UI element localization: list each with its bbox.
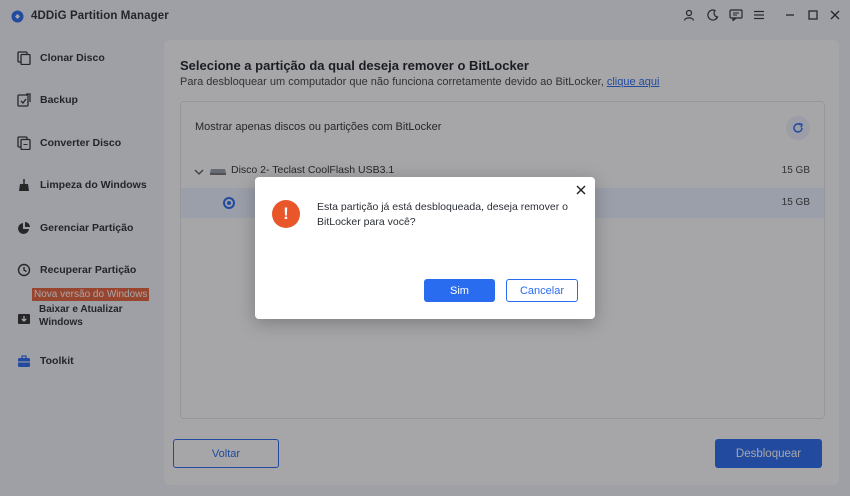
dialog-message: Esta partição já está desbloqueada, dese… <box>317 201 568 228</box>
app-window: 4DDiG Partition Manager Clonar Disco Bac… <box>0 0 850 496</box>
yes-button[interactable]: Sim <box>424 279 495 302</box>
dialog-close-icon[interactable] <box>574 183 588 197</box>
warning-icon: ! <box>272 200 300 228</box>
cancel-button[interactable]: Cancelar <box>506 279 578 302</box>
confirm-dialog: ! Esta partição já está desbloqueada, de… <box>255 177 595 319</box>
